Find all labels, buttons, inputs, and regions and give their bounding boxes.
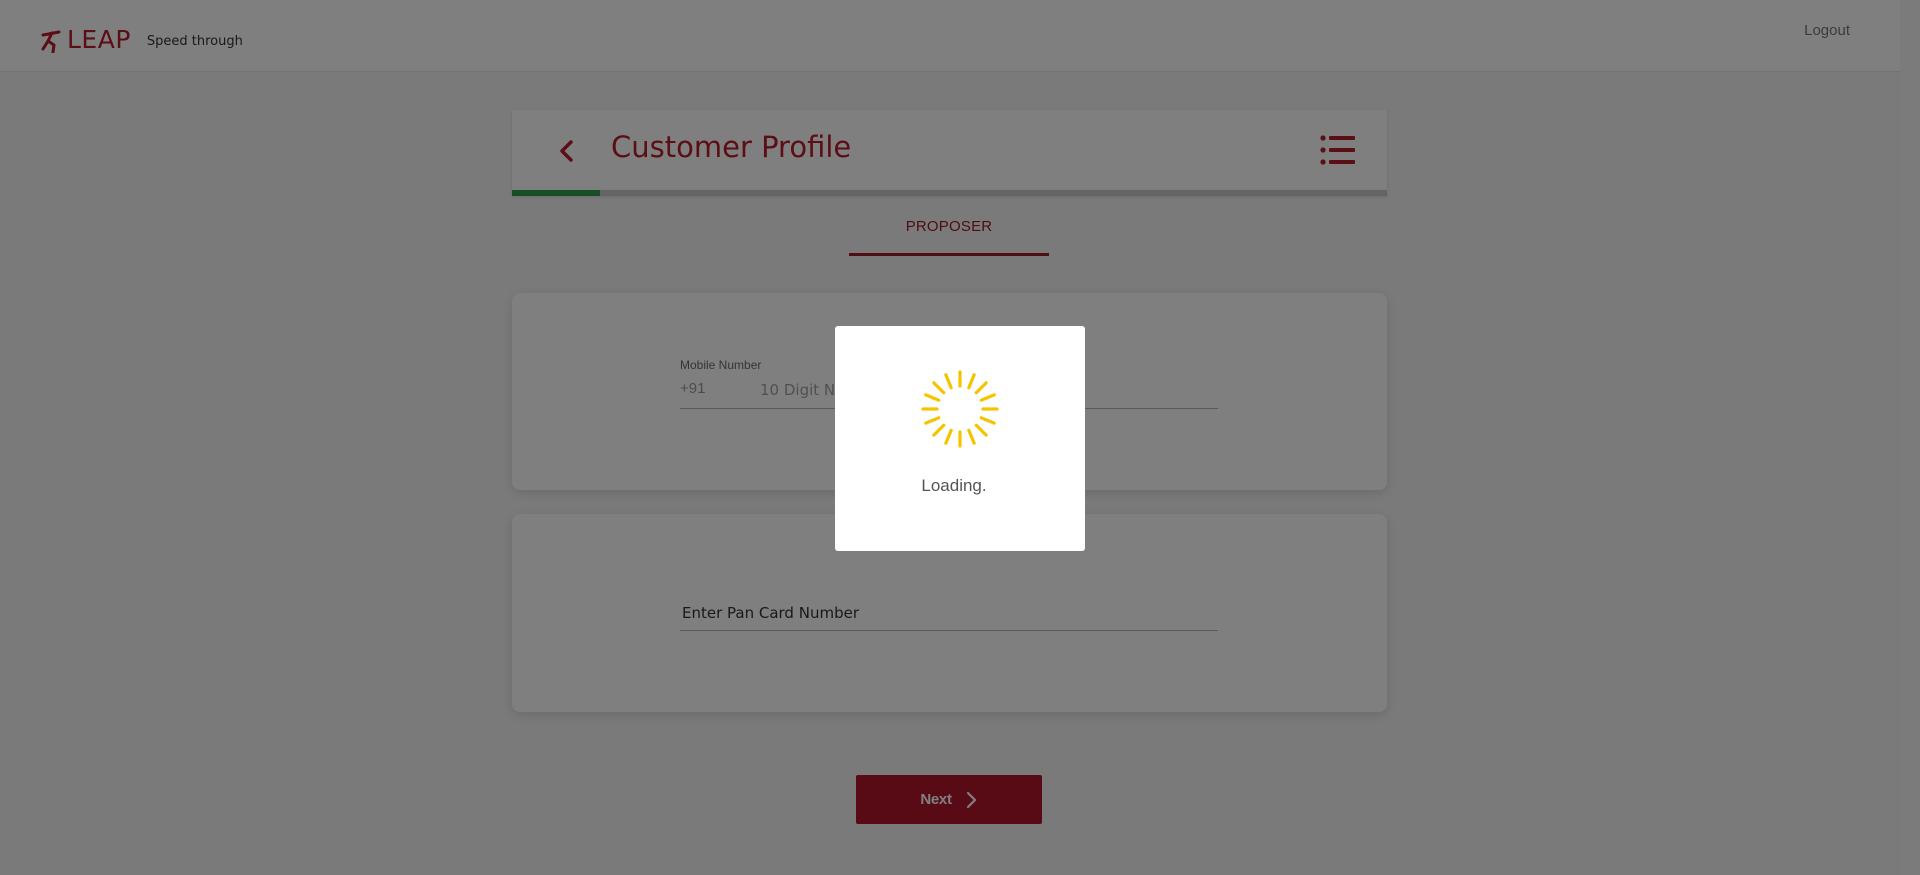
- loading-spinner-icon: [921, 370, 999, 448]
- loading-text: Loading.: [921, 476, 987, 495]
- spinner-spoke: [932, 381, 946, 395]
- spinner-spoke: [924, 393, 941, 402]
- spinner-spoke: [944, 428, 953, 445]
- spinner-spoke: [974, 423, 988, 437]
- spinner-spoke: [932, 423, 946, 437]
- spinner-spoke: [979, 416, 996, 425]
- spinner-spoke: [979, 393, 996, 402]
- spinner-spoke: [974, 381, 988, 395]
- spinner-spoke: [967, 428, 976, 445]
- spinner-spoke: [967, 373, 976, 390]
- spinner-spoke: [944, 373, 953, 390]
- spinner-spoke: [924, 416, 941, 425]
- loading-dialog: Loading.: [835, 326, 1085, 551]
